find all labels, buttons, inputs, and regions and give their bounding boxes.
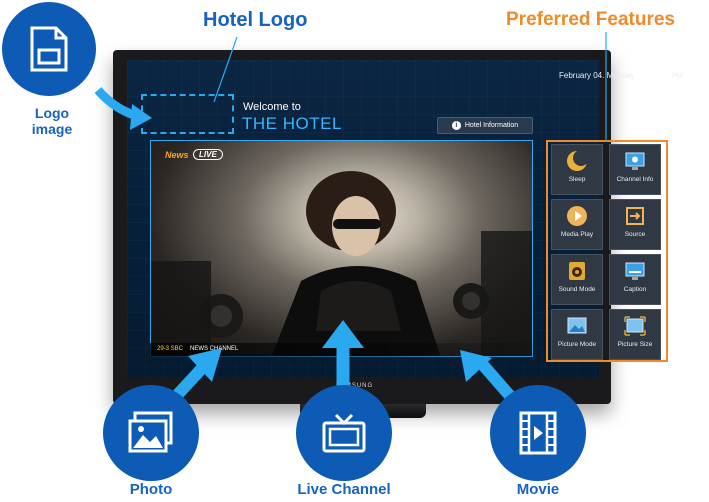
channel-info-icon <box>625 152 645 170</box>
feature-picture-mode[interactable]: Picture Mode <box>551 309 603 360</box>
logo-image-label-line1: Logo <box>34 105 70 121</box>
logo-image-badge <box>2 2 96 96</box>
logo-image-label-line2: image <box>31 121 73 137</box>
live-video-area[interactable] <box>150 140 533 357</box>
feature-label: Picture Mode <box>557 341 597 348</box>
date-text: February 04. Monday <box>559 71 636 80</box>
feature-caption[interactable]: Caption <box>609 254 661 305</box>
hotel-name: THE HOTEL <box>242 114 342 133</box>
feature-media-play[interactable]: Media Play <box>551 199 603 250</box>
photo-scene-illustration <box>151 171 532 356</box>
feature-picture-size[interactable]: Picture Size <box>609 309 661 360</box>
channel-number: 29-3 SBC <box>157 346 184 352</box>
ampm-text: PM <box>672 73 683 80</box>
hotel-logo-placeholder <box>141 94 234 134</box>
feature-label: Media Play <box>560 231 594 238</box>
feature-grid: Sleep Channel Info Media Play Source Sou… <box>551 144 663 360</box>
sleep-moon-icon <box>567 150 588 171</box>
movie-label: Movie <box>516 481 560 498</box>
film-strip-icon <box>519 411 557 455</box>
media-play-icon <box>567 206 587 226</box>
feature-label: Caption <box>623 286 647 293</box>
feature-sound-mode[interactable]: Sound Mode <box>551 254 603 305</box>
live-tag: LIVE <box>193 149 223 160</box>
feature-label: Picture Size <box>617 341 653 348</box>
channel-name: NEWS CHANNEL <box>190 346 239 352</box>
live-channel-label: Live Channel <box>297 481 391 498</box>
welcome-text: Welcome to <box>243 101 301 113</box>
hotel-logo-callout: Hotel Logo <box>203 9 308 31</box>
feature-label: Channel Info <box>616 176 654 183</box>
feature-label: Sound Mode <box>558 286 596 293</box>
photo-icon <box>128 411 173 453</box>
feature-sleep[interactable]: Sleep <box>551 144 603 195</box>
feature-source[interactable]: Source <box>609 199 661 250</box>
picture-mode-icon <box>567 317 587 334</box>
movie-badge <box>490 385 586 481</box>
picture-size-icon <box>624 316 646 336</box>
hotel-information-label: Hotel Information <box>464 122 519 129</box>
feature-label: Source <box>624 231 646 238</box>
hotel-information-button[interactable]: i Hotel Information <box>437 117 533 134</box>
live-channel-badge <box>296 385 392 481</box>
photo-label: Photo <box>129 481 173 498</box>
tv-icon <box>322 413 366 453</box>
preferred-features-callout: Preferred Features <box>506 9 675 30</box>
speaker-icon <box>569 262 585 280</box>
feature-channel-info[interactable]: Channel Info <box>609 144 661 195</box>
info-icon: i <box>451 121 461 130</box>
feature-label: Sleep <box>568 176 586 183</box>
photo-badge <box>103 385 199 481</box>
caption-icon <box>625 262 645 280</box>
time-text: 05:42 <box>633 67 669 83</box>
source-input-icon <box>626 207 644 225</box>
news-tag: News <box>165 150 189 160</box>
logo-image-label: Logo image <box>22 105 82 137</box>
document-icon <box>30 26 68 72</box>
